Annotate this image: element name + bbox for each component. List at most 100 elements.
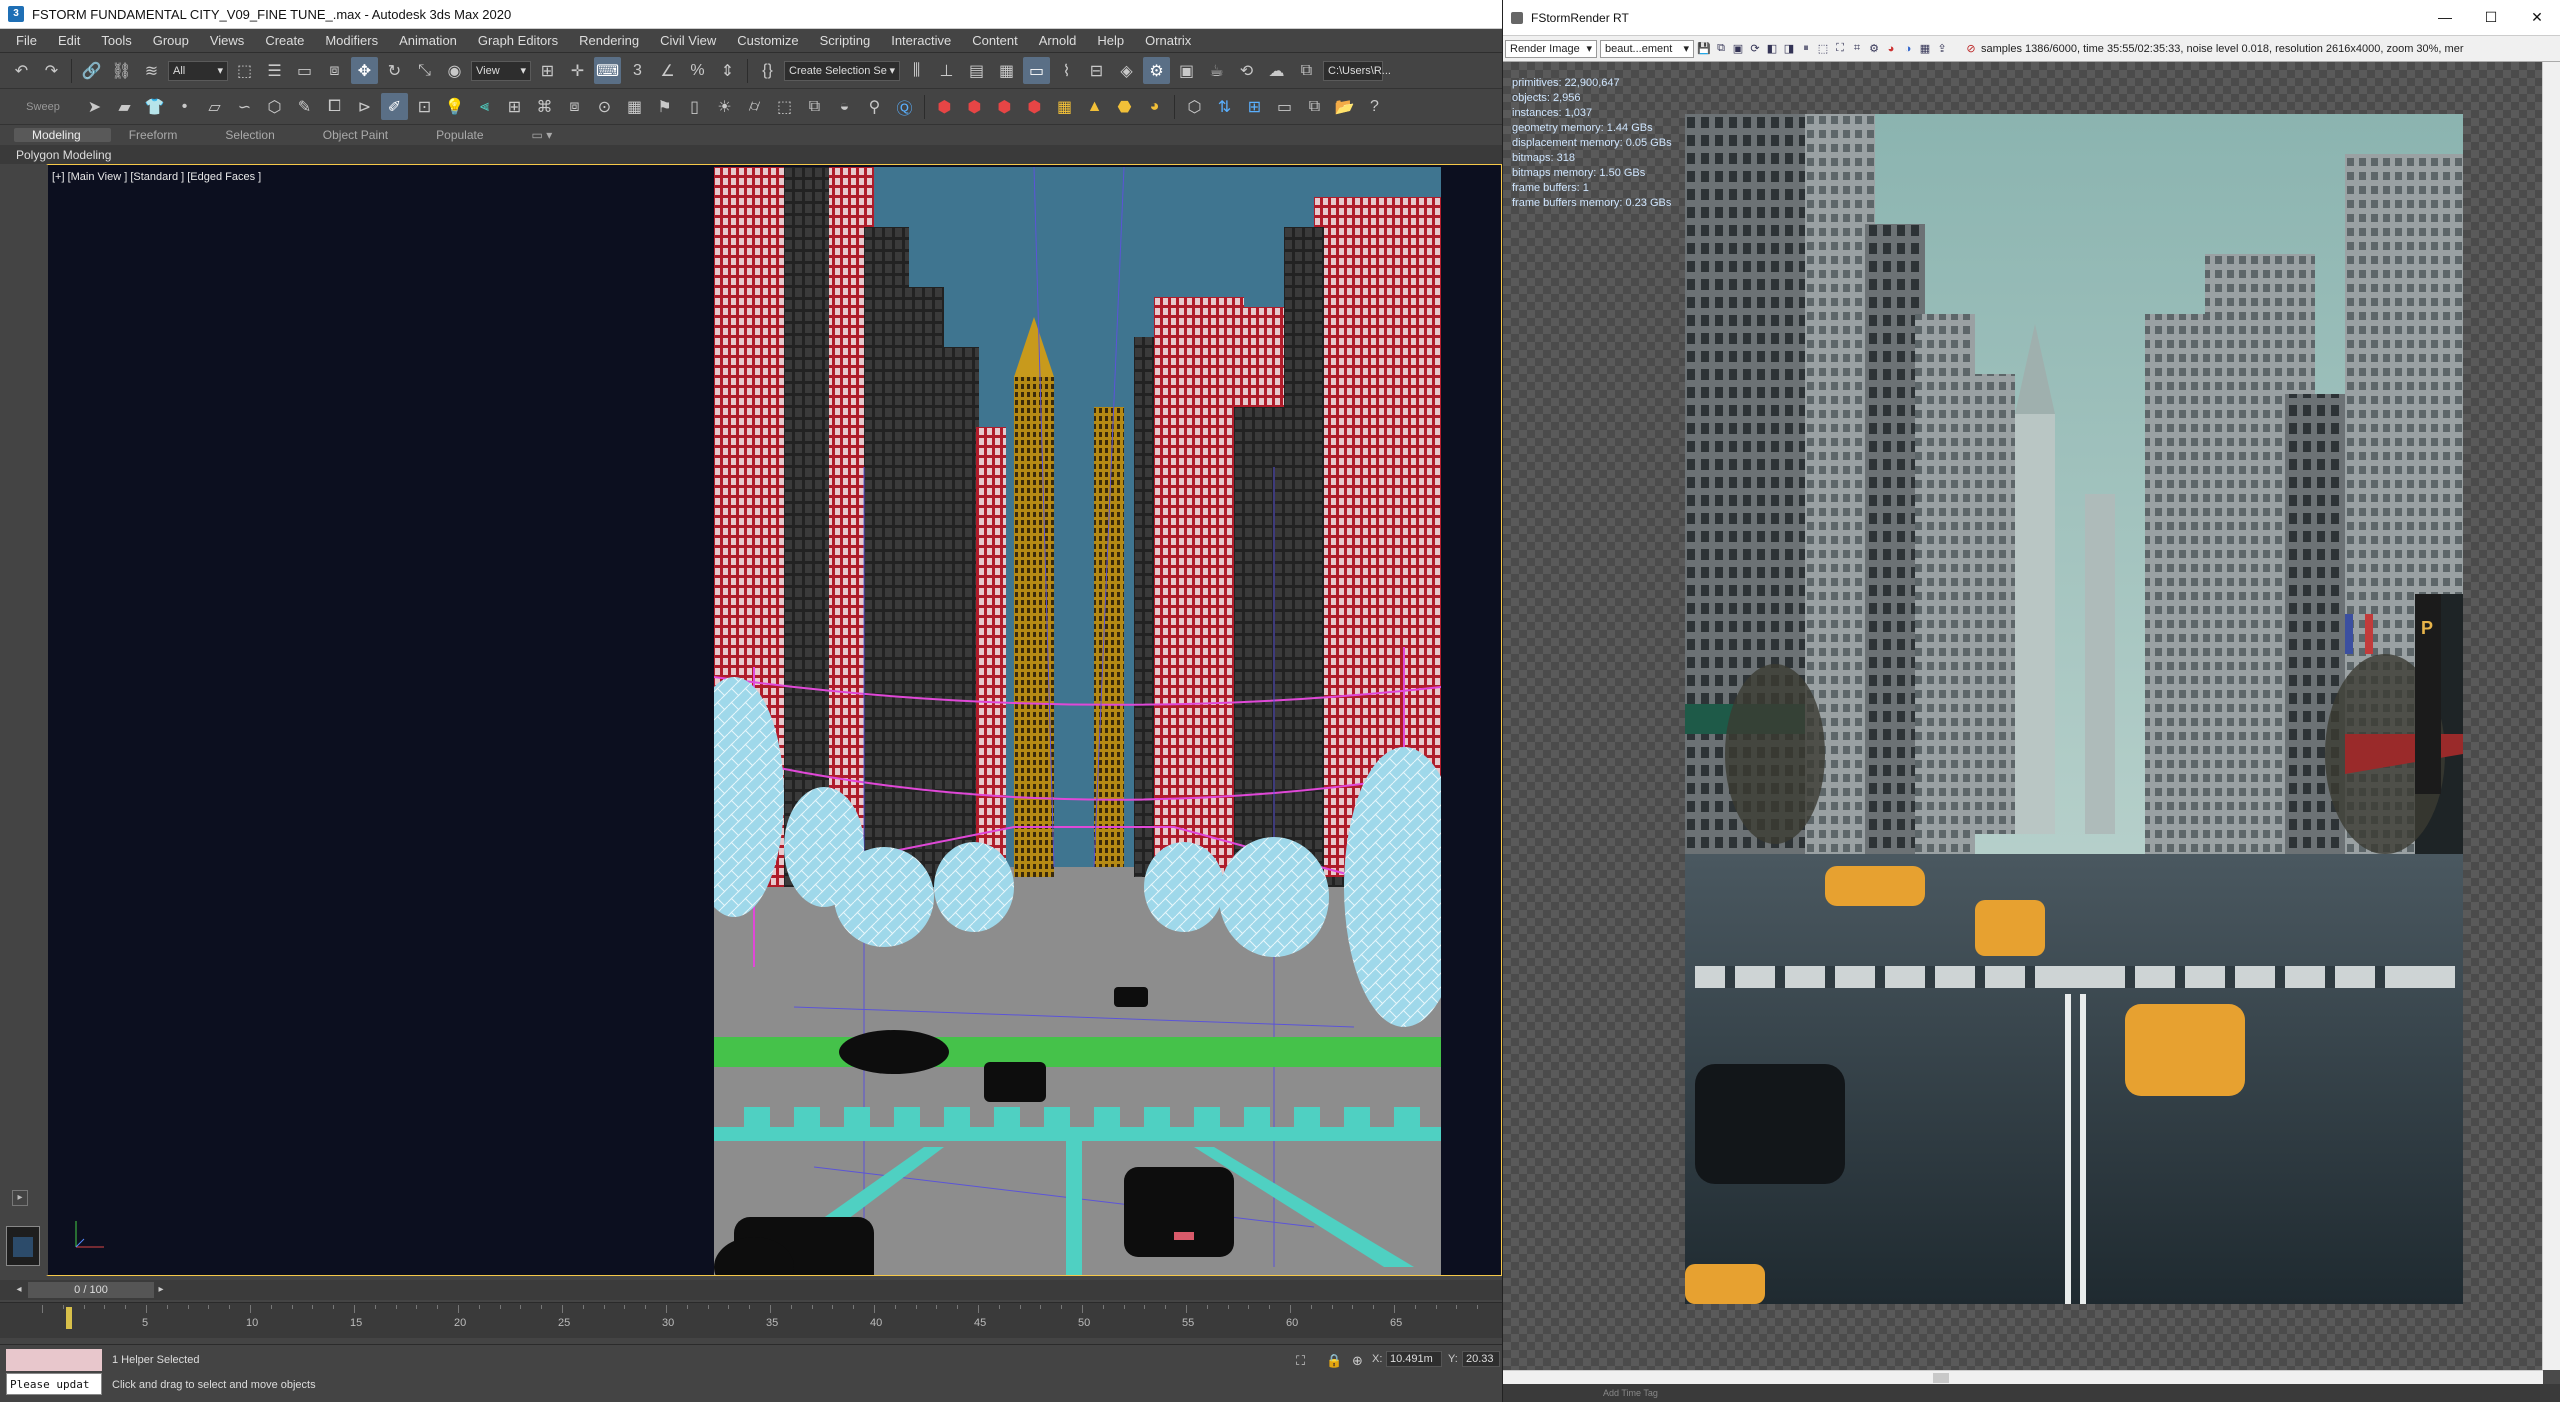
menu-tools[interactable]: Tools [93, 33, 144, 48]
y-coord-field[interactable]: 20.33 [1462, 1351, 1500, 1367]
yellow-stack-icon[interactable]: ⬣ [1111, 93, 1138, 120]
arrows-icon[interactable]: ⇅ [1211, 93, 1238, 120]
qr-icon[interactable]: Ⓠ [891, 93, 918, 120]
history-icon[interactable]: ⊘ [1964, 42, 1978, 56]
dot-icon[interactable]: • [171, 93, 198, 120]
time-slider-value[interactable]: 0 / 100 [28, 1282, 154, 1298]
select-manipulate-icon[interactable]: ✛ [564, 57, 591, 84]
scene-explorer-icon[interactable]: ▤ [963, 57, 990, 84]
cloth-icon[interactable]: ▰ [111, 93, 138, 120]
cursor-icon[interactable]: ➤ [81, 93, 108, 120]
select-by-name-icon[interactable]: ☰ [261, 57, 288, 84]
hair-icon[interactable]: ⫷ [471, 93, 498, 120]
sun-icon[interactable]: ☀ [711, 93, 738, 120]
channel-green-icon[interactable]: ◨ [1782, 42, 1796, 56]
page-icon[interactable]: ▯ [681, 93, 708, 120]
flag-icon[interactable]: ⚑ [651, 93, 678, 120]
select-move-icon[interactable]: ✥ [351, 57, 378, 84]
dummy-icon[interactable]: ⬡ [261, 93, 288, 120]
fstorm-horizontal-scrollbar[interactable] [1503, 1370, 2543, 1384]
menu-rendering[interactable]: Rendering [571, 33, 652, 48]
select-rotate-icon[interactable]: ↻ [381, 57, 408, 84]
ribbon-tab-selection[interactable]: Selection [207, 128, 304, 142]
camera-icon[interactable]: ⊙ [591, 93, 618, 120]
named-selection-dropdown[interactable]: Create Selection Se ▾ [784, 60, 900, 81]
frame-icon[interactable]: ⧠ [321, 93, 348, 120]
red-cube-3-icon[interactable]: ⬢ [991, 93, 1018, 120]
grid-toggle-icon[interactable]: ▦ [1918, 42, 1932, 56]
shirt-icon[interactable]: 👕 [141, 93, 168, 120]
lut-icon[interactable]: ◑ [1901, 42, 1915, 56]
a360-gallery-icon[interactable]: ⧉ [1293, 57, 1320, 84]
ribbon-toggle-icon[interactable]: ▭ [1023, 57, 1050, 84]
export-icon[interactable]: ⇪ [1935, 42, 1949, 56]
bind-spacewarp-icon[interactable]: ≋ [138, 57, 165, 84]
link-rope-icon[interactable]: ∽ [231, 93, 258, 120]
pen-icon[interactable]: ✐ [381, 93, 408, 120]
rect-selection-icon[interactable]: ▭ [291, 57, 318, 84]
box-icon[interactable]: ⬚ [771, 93, 798, 120]
hscroll-thumb[interactable] [1933, 1373, 1949, 1383]
menu-interactive[interactable]: Interactive [883, 33, 964, 48]
render-in-cloud-icon[interactable]: ☁ [1263, 57, 1290, 84]
menu-customize[interactable]: Customize [729, 33, 811, 48]
ribbon-tab-populate[interactable]: Populate [418, 128, 513, 142]
selection-filter-dropdown[interactable]: All ▾ [168, 60, 228, 81]
fstorm-vertical-scrollbar[interactable] [2542, 62, 2560, 1370]
ribbon-tab-object-paint[interactable]: Object Paint [305, 128, 418, 142]
menu-ornatrix[interactable]: Ornatrix [1137, 33, 1204, 48]
yellow-brush-icon[interactable]: ◕ [1141, 93, 1168, 120]
hex-icon[interactable]: ⬡ [1181, 93, 1208, 120]
mirror-icon[interactable]: ⫼ [903, 57, 930, 84]
settings-icon[interactable]: ⚙ [1867, 42, 1881, 56]
teapot-icon[interactable]: ◒ [831, 93, 858, 120]
media-icon[interactable]: ⊡ [411, 93, 438, 120]
yellow-cone-icon[interactable]: ▲ [1081, 93, 1108, 120]
pause-icon[interactable]: ⏸ [1799, 42, 1813, 56]
edit-named-sets-icon[interactable]: {} [754, 57, 781, 84]
viewport-scene[interactable] [714, 167, 1441, 1275]
isolate-icon[interactable]: ⛶ [1296, 1353, 1305, 1369]
x-coord-field[interactable]: 10.491m [1386, 1351, 1442, 1367]
undo-icon[interactable]: ↶ [8, 57, 35, 84]
render-element-dropdown[interactable]: beaut...ement ▾ [1600, 39, 1694, 58]
pivot-icon[interactable]: ⊞ [534, 57, 561, 84]
strand-icon[interactable]: ⌘ [531, 93, 558, 120]
ribbon-panel-polygon-modeling[interactable]: Polygon Modeling [0, 145, 1502, 165]
grid-icon[interactable]: ⊞ [501, 93, 528, 120]
menu-group[interactable]: Group [145, 33, 202, 48]
menu-views[interactable]: Views [202, 33, 257, 48]
lock-icon[interactable]: 🔒 [1326, 1353, 1342, 1369]
save-icon[interactable]: 💾 [1697, 42, 1711, 56]
redo-icon[interactable]: ↷ [38, 57, 65, 84]
light-icon[interactable]: 💡 [441, 93, 468, 120]
yellow-grid-icon[interactable]: ▦ [1051, 93, 1078, 120]
schematic-view-icon[interactable]: ⊟ [1083, 57, 1110, 84]
select-object-icon[interactable]: ⬚ [231, 57, 258, 84]
menu-create[interactable]: Create [257, 33, 317, 48]
viewport-label[interactable]: [+] [Main View ] [Standard ] [Edged Face… [52, 171, 261, 183]
menu-help[interactable]: Help [1089, 33, 1137, 48]
clone-icon[interactable]: ▣ [1731, 42, 1745, 56]
rendered-frame-window-icon[interactable]: ▣ [1173, 57, 1200, 84]
expand-icon[interactable]: ▸ [12, 1190, 28, 1206]
render-canvas[interactable]: primitives: 22,900,647 objects: 2,956 inst… [1503, 62, 2543, 1370]
copy-icon[interactable]: ⧉ [1714, 42, 1728, 56]
menu-file[interactable]: File [8, 33, 50, 48]
monitor-icon[interactable]: ▭ [1271, 93, 1298, 120]
rendered-image[interactable]: P [1685, 114, 2463, 1304]
angle-snap-icon[interactable]: ∠ [654, 57, 681, 84]
place-icon[interactable]: ◉ [441, 57, 468, 84]
spinner-snap-icon[interactable]: ⇕ [714, 57, 741, 84]
snaps-toggle-icon[interactable]: 3 [624, 57, 651, 84]
red-cube-4-icon[interactable]: ⬢ [1021, 93, 1048, 120]
project-path-field[interactable]: C:\Users\R... [1323, 60, 1391, 81]
menu-civil-view[interactable]: Civil View [652, 33, 729, 48]
minimize-button[interactable]: — [2422, 9, 2468, 26]
table-icon[interactable]: ▦ [621, 93, 648, 120]
playhead[interactable] [66, 1307, 72, 1329]
curve-editor-icon[interactable]: ⌇ [1053, 57, 1080, 84]
menu-animation[interactable]: Animation [391, 33, 470, 48]
garment-icon[interactable]: ▱ [201, 93, 228, 120]
menu-graph-editors[interactable]: Graph Editors [470, 33, 571, 48]
